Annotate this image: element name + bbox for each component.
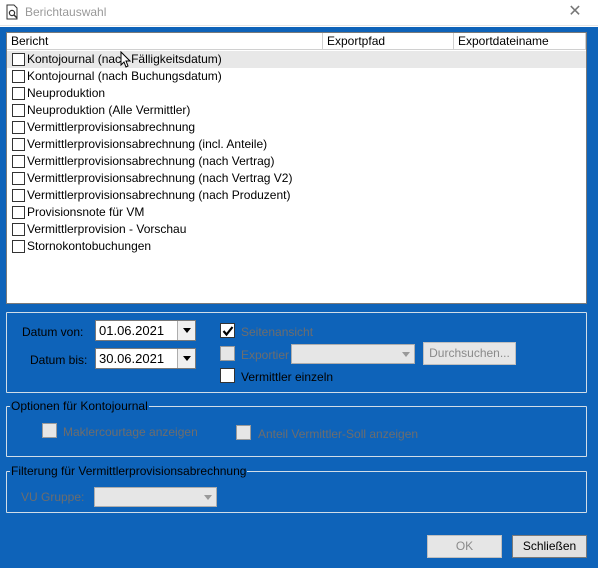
list-rows: Kontojournal (nach Fälligkeitsdatum) Kon… xyxy=(7,50,586,255)
list-item[interactable]: Provisionsnote für VM xyxy=(7,204,586,221)
list-item[interactable]: Vermittlerprovisionsabrechnung (incl. An… xyxy=(7,136,586,153)
list-item[interactable]: Vermittlerprovisionsabrechnung (nach Ver… xyxy=(7,170,586,187)
chevron-down-icon[interactable] xyxy=(199,488,216,506)
checkbox[interactable] xyxy=(12,70,25,83)
report-document-icon xyxy=(4,4,20,20)
exportieren-checkbox[interactable] xyxy=(220,346,235,361)
filter-group: Filterung für Vermittlerprovisionsabrech… xyxy=(6,464,587,513)
checkbox[interactable] xyxy=(12,87,25,100)
list-item[interactable]: Vermittlerprovision - Vorschau xyxy=(7,221,586,238)
anteil-vermittler-label: Anteil Vermittler-Soll anzeigen xyxy=(258,427,419,441)
checkbox[interactable] xyxy=(12,121,25,134)
column-header-exportdateiname[interactable]: Exportdateiname xyxy=(454,33,586,50)
vermittler-einzeln-label: Vermittler einzeln xyxy=(241,370,334,384)
checkmark-icon xyxy=(222,326,234,337)
close-button[interactable]: Schließen xyxy=(512,535,587,558)
chevron-down-icon[interactable] xyxy=(177,321,195,340)
seitenansicht-checkbox[interactable] xyxy=(220,323,235,338)
report-list[interactable]: Bericht Exportpfad Exportdateiname Konto… xyxy=(6,32,587,304)
date-to-label: Datum bis: xyxy=(30,353,88,367)
checkbox[interactable] xyxy=(12,189,25,202)
list-item-label: Kontojournal (nach Buchungsdatum) xyxy=(27,69,222,83)
list-item-label: Stornokontobuchungen xyxy=(27,239,152,253)
dialog-client: Bericht Exportpfad Exportdateiname Konto… xyxy=(0,27,598,568)
list-item-label: Vermittlerprovisionsabrechnung xyxy=(27,120,196,134)
list-item[interactable]: Kontojournal (nach Fälligkeitsdatum) xyxy=(7,50,586,69)
checkbox[interactable] xyxy=(12,53,25,66)
date-from-value: 01.06.2021 xyxy=(99,323,165,338)
close-icon[interactable]: ✕ xyxy=(552,0,598,26)
list-item[interactable]: Stornokontobuchungen xyxy=(7,238,586,255)
maklercourtage-checkbox[interactable] xyxy=(42,423,57,438)
list-header: Bericht Exportpfad Exportdateiname xyxy=(7,33,586,50)
checkbox[interactable] xyxy=(12,223,25,236)
seitenansicht-label: Seitenansicht xyxy=(241,325,314,339)
list-item[interactable]: Vermittlerprovisionsabrechnung (nach Pro… xyxy=(7,187,586,204)
list-item-label: Vermittlerprovisionsabrechnung (nach Ver… xyxy=(27,154,275,168)
kontojournal-options-group: Optionen für Kontojournal Maklercourtage… xyxy=(6,399,587,457)
durchsuchen-button[interactable]: Durchsuchen... xyxy=(423,342,516,365)
checkbox[interactable] xyxy=(12,155,25,168)
checkbox[interactable] xyxy=(12,206,25,219)
checkbox[interactable] xyxy=(12,240,25,253)
window-title: Berichtauswahl xyxy=(25,5,107,19)
list-item-label: Vermittlerprovision - Vorschau xyxy=(27,222,187,236)
list-item-label: Vermittlerprovisionsabrechnung (nach Pro… xyxy=(27,188,291,202)
date-from-label: Datum von: xyxy=(22,325,84,339)
maklercourtage-label: Maklercourtage anzeigen xyxy=(63,425,198,439)
chevron-down-icon[interactable] xyxy=(397,345,414,363)
export-format-select[interactable] xyxy=(291,344,415,364)
anteil-vermittler-checkbox[interactable] xyxy=(236,425,251,440)
list-item-label: Neuproduktion (Alle Vermittler) xyxy=(27,103,191,117)
exportieren-label: Exportier xyxy=(241,348,290,362)
title-bar: Berichtauswahl ✕ xyxy=(0,0,598,26)
date-from-picker[interactable]: 01.06.2021 xyxy=(95,320,196,341)
list-item[interactable]: Kontojournal (nach Buchungsdatum) xyxy=(7,68,586,85)
list-item[interactable]: Neuproduktion (Alle Vermittler) xyxy=(7,102,586,119)
kontojournal-group-title: Optionen für Kontojournal xyxy=(10,399,149,413)
filter-group-title: Filterung für Vermittlerprovisionsabrech… xyxy=(10,464,248,478)
list-item-label: Neuproduktion xyxy=(27,86,106,100)
list-item[interactable]: Vermittlerprovisionsabrechnung xyxy=(7,119,586,136)
chevron-down-icon[interactable] xyxy=(177,349,195,368)
list-item[interactable]: Vermittlerprovisionsabrechnung (nach Ver… xyxy=(7,153,586,170)
checkbox[interactable] xyxy=(12,104,25,117)
ok-button[interactable]: OK xyxy=(427,535,502,558)
column-header-exportpfad[interactable]: Exportpfad xyxy=(323,33,454,50)
vu-gruppe-select[interactable] xyxy=(94,487,217,507)
checkbox[interactable] xyxy=(12,172,25,185)
date-options-group: Datum von: 01.06.2021 Datum bis: 30.06.2… xyxy=(6,312,587,393)
date-to-value: 30.06.2021 xyxy=(99,351,165,366)
list-item[interactable]: Neuproduktion xyxy=(7,85,586,102)
vu-gruppe-label: VU Gruppe: xyxy=(21,490,85,504)
date-to-picker[interactable]: 30.06.2021 xyxy=(95,348,196,369)
column-header-bericht[interactable]: Bericht xyxy=(7,33,323,50)
checkbox[interactable] xyxy=(12,138,25,151)
list-item-label: Provisionsnote für VM xyxy=(27,205,145,219)
list-item-label: Vermittlerprovisionsabrechnung (nach Ver… xyxy=(27,171,293,185)
vermittler-einzeln-checkbox[interactable] xyxy=(220,368,235,383)
list-item-label: Vermittlerprovisionsabrechnung (incl. An… xyxy=(27,137,268,151)
mouse-cursor-icon xyxy=(120,50,134,69)
